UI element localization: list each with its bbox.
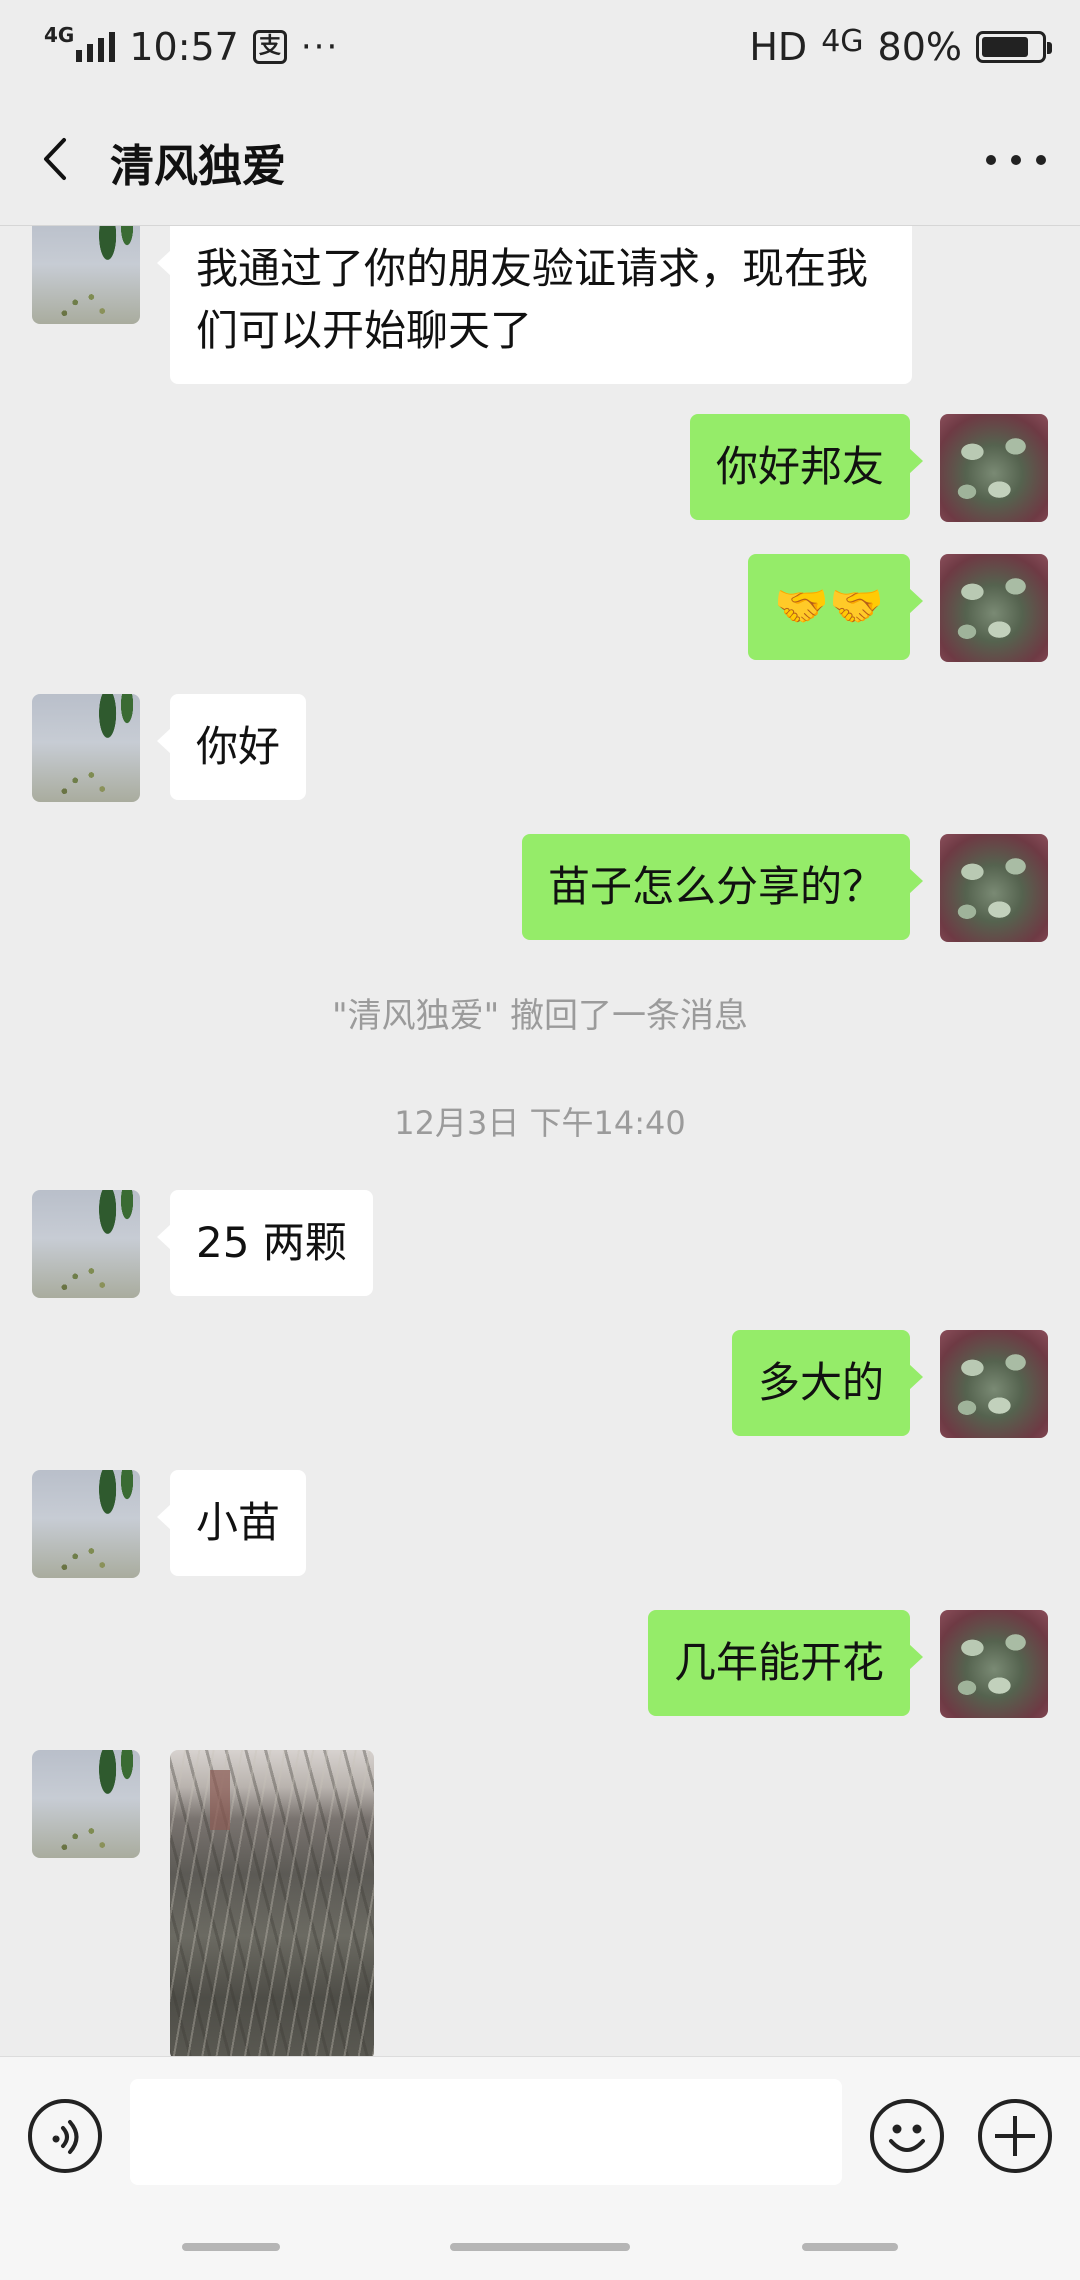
input-bar [0, 2056, 1080, 2280]
timestamp: 12月3日 下午14:40 [394, 1104, 686, 1142]
status-right: HD 4G 80% [749, 22, 1052, 72]
friend-avatar[interactable] [32, 1470, 140, 1578]
voice-icon[interactable] [28, 2099, 102, 2173]
message-bubble[interactable]: 多大的 [731, 1330, 924, 1436]
message-bubble[interactable]: 🤝🤝 [748, 554, 923, 660]
my-avatar[interactable] [940, 834, 1048, 942]
my-avatar[interactable] [940, 1330, 1048, 1438]
message-bubble[interactable]: 我通过了你的朋友验证请求，现在我们可以开始聊天了 [157, 226, 912, 384]
message-row [0, 1750, 1080, 2056]
message-list[interactable]: 我通过了你的朋友验证请求，现在我们可以开始聊天了 你好邦友 🤝🤝 你好 苗子怎么… [0, 226, 1080, 2056]
message-bubble[interactable]: 苗子怎么分享的？ [521, 834, 924, 940]
recall-notice: "清风独爱" 撤回了一条消息 [331, 996, 749, 1036]
signal-bars-icon [76, 32, 116, 62]
message-bubble[interactable]: 你好 [156, 694, 307, 800]
message-bubble[interactable]: 你好邦友 [689, 414, 924, 520]
message-bubble[interactable]: 小苗 [156, 1470, 307, 1576]
message-row: 你好邦友 [0, 414, 1080, 522]
my-avatar[interactable] [940, 1610, 1048, 1718]
network-type-label: 4G [821, 23, 864, 59]
message-input[interactable] [130, 2079, 842, 2185]
nav-gesture-home[interactable] [450, 2243, 630, 2251]
friend-avatar[interactable] [32, 694, 140, 802]
clock: 10:57 [129, 25, 239, 69]
my-avatar[interactable] [940, 414, 1048, 522]
message-row: 多大的 [0, 1330, 1080, 1438]
friend-avatar[interactable] [32, 1190, 140, 1298]
message-row: 小苗 [0, 1470, 1080, 1578]
battery-icon [976, 31, 1052, 63]
message-bubble[interactable]: 几年能开花 [647, 1610, 924, 1716]
message-row: 几年能开花 [0, 1610, 1080, 1718]
battery-percent: 80% [877, 25, 962, 69]
chat-header: 清风独爱 [0, 96, 1080, 226]
message-bubble[interactable]: 25 两颗 [157, 1190, 373, 1296]
nav-gesture-left[interactable] [182, 2243, 280, 2251]
page-title: 清风独爱 [110, 141, 286, 192]
status-left: 4G 10:57 支 ··· [44, 22, 339, 72]
plus-icon[interactable] [978, 2099, 1052, 2173]
hd-label: HD [749, 25, 808, 69]
message-row: 25 两颗 [0, 1190, 1080, 1298]
friend-avatar[interactable] [32, 226, 140, 324]
chevron-left-icon[interactable] [34, 134, 84, 184]
more-dots-icon[interactable] [986, 140, 1046, 180]
image-message[interactable] [170, 1750, 374, 2056]
message-row: 苗子怎么分享的？ [0, 834, 1080, 942]
emoji-icon[interactable] [870, 2099, 944, 2173]
pay-icon: 支 [252, 30, 287, 64]
message-row: 🤝🤝 [0, 554, 1080, 662]
message-row: 我通过了你的朋友验证请求，现在我们可以开始聊天了 [0, 226, 1080, 384]
notification-dots-icon: ··· [300, 27, 340, 67]
signal-type-label: 4G [44, 23, 75, 47]
handshake-emoji: 🤝🤝 [774, 581, 884, 632]
friend-avatar[interactable] [32, 1750, 140, 1858]
message-row: 你好 [0, 694, 1080, 802]
nav-gesture-right[interactable] [802, 2243, 898, 2251]
my-avatar[interactable] [940, 554, 1048, 662]
status-bar: 4G 10:57 支 ··· HD 4G 80% [0, 0, 1080, 96]
